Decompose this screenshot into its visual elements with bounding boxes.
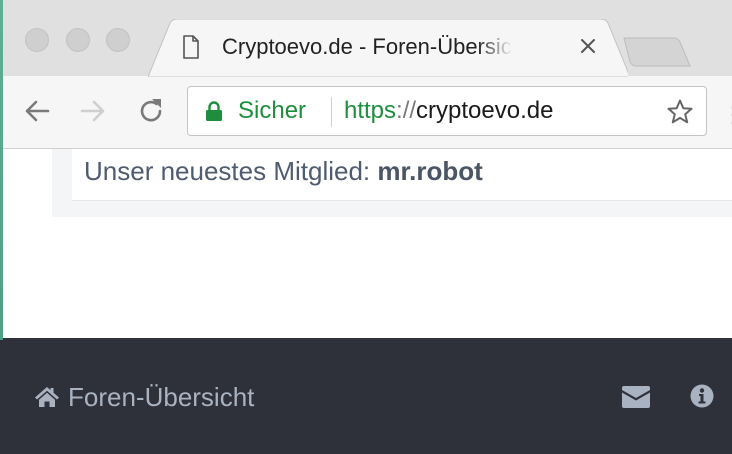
newest-member-label: Unser neuestes Mitglied: bbox=[84, 156, 371, 186]
url-text[interactable]: https://cryptoevo.de bbox=[344, 97, 553, 125]
window-edge bbox=[0, 0, 3, 340]
security-label: Sicher bbox=[238, 97, 307, 124]
newest-member-link[interactable]: mr.robot bbox=[377, 156, 482, 186]
envelope-icon[interactable] bbox=[622, 386, 650, 408]
home-icon bbox=[35, 387, 59, 407]
minimize-window-button[interactable] bbox=[66, 28, 90, 52]
newest-member-text: Unser neuestes Mitglied: mr.robot bbox=[84, 156, 483, 187]
browser-tab[interactable]: Cryptoevo.de - Foren-Übersicht bbox=[148, 19, 628, 77]
address-divider bbox=[331, 97, 332, 127]
menu-icon[interactable]: ⋮ bbox=[722, 102, 732, 128]
arrow-left-icon[interactable] bbox=[22, 96, 52, 126]
browser-toolbar: Sicher https://cryptoevo.de ⋮ bbox=[0, 76, 732, 149]
footer-home-label: Foren-Übersicht bbox=[68, 382, 255, 412]
url-scheme: https bbox=[344, 97, 397, 124]
tab-strip: Cryptoevo.de - Foren-Übersicht bbox=[0, 0, 732, 77]
url-host: cryptoevo.de bbox=[416, 97, 554, 124]
reload-icon[interactable] bbox=[136, 96, 166, 126]
lock-icon bbox=[206, 101, 222, 121]
tab-close-icon[interactable] bbox=[578, 36, 598, 56]
address-bar[interactable]: Sicher https://cryptoevo.de bbox=[187, 86, 707, 136]
tab-title: Cryptoevo.de - Foren-Übersicht bbox=[222, 34, 512, 59]
document-icon bbox=[183, 35, 199, 59]
info-icon[interactable] bbox=[690, 384, 714, 408]
newest-member-box: Unser neuestes Mitglied: mr.robot bbox=[72, 149, 732, 201]
star-icon[interactable] bbox=[666, 98, 694, 126]
close-window-button[interactable] bbox=[25, 28, 49, 52]
url-separator: :// bbox=[396, 97, 417, 124]
arrow-right-icon[interactable] bbox=[78, 96, 108, 126]
zoom-window-button[interactable] bbox=[106, 28, 130, 52]
new-tab-button[interactable] bbox=[622, 36, 694, 68]
page-footer: Foren-Übersicht bbox=[0, 338, 732, 454]
